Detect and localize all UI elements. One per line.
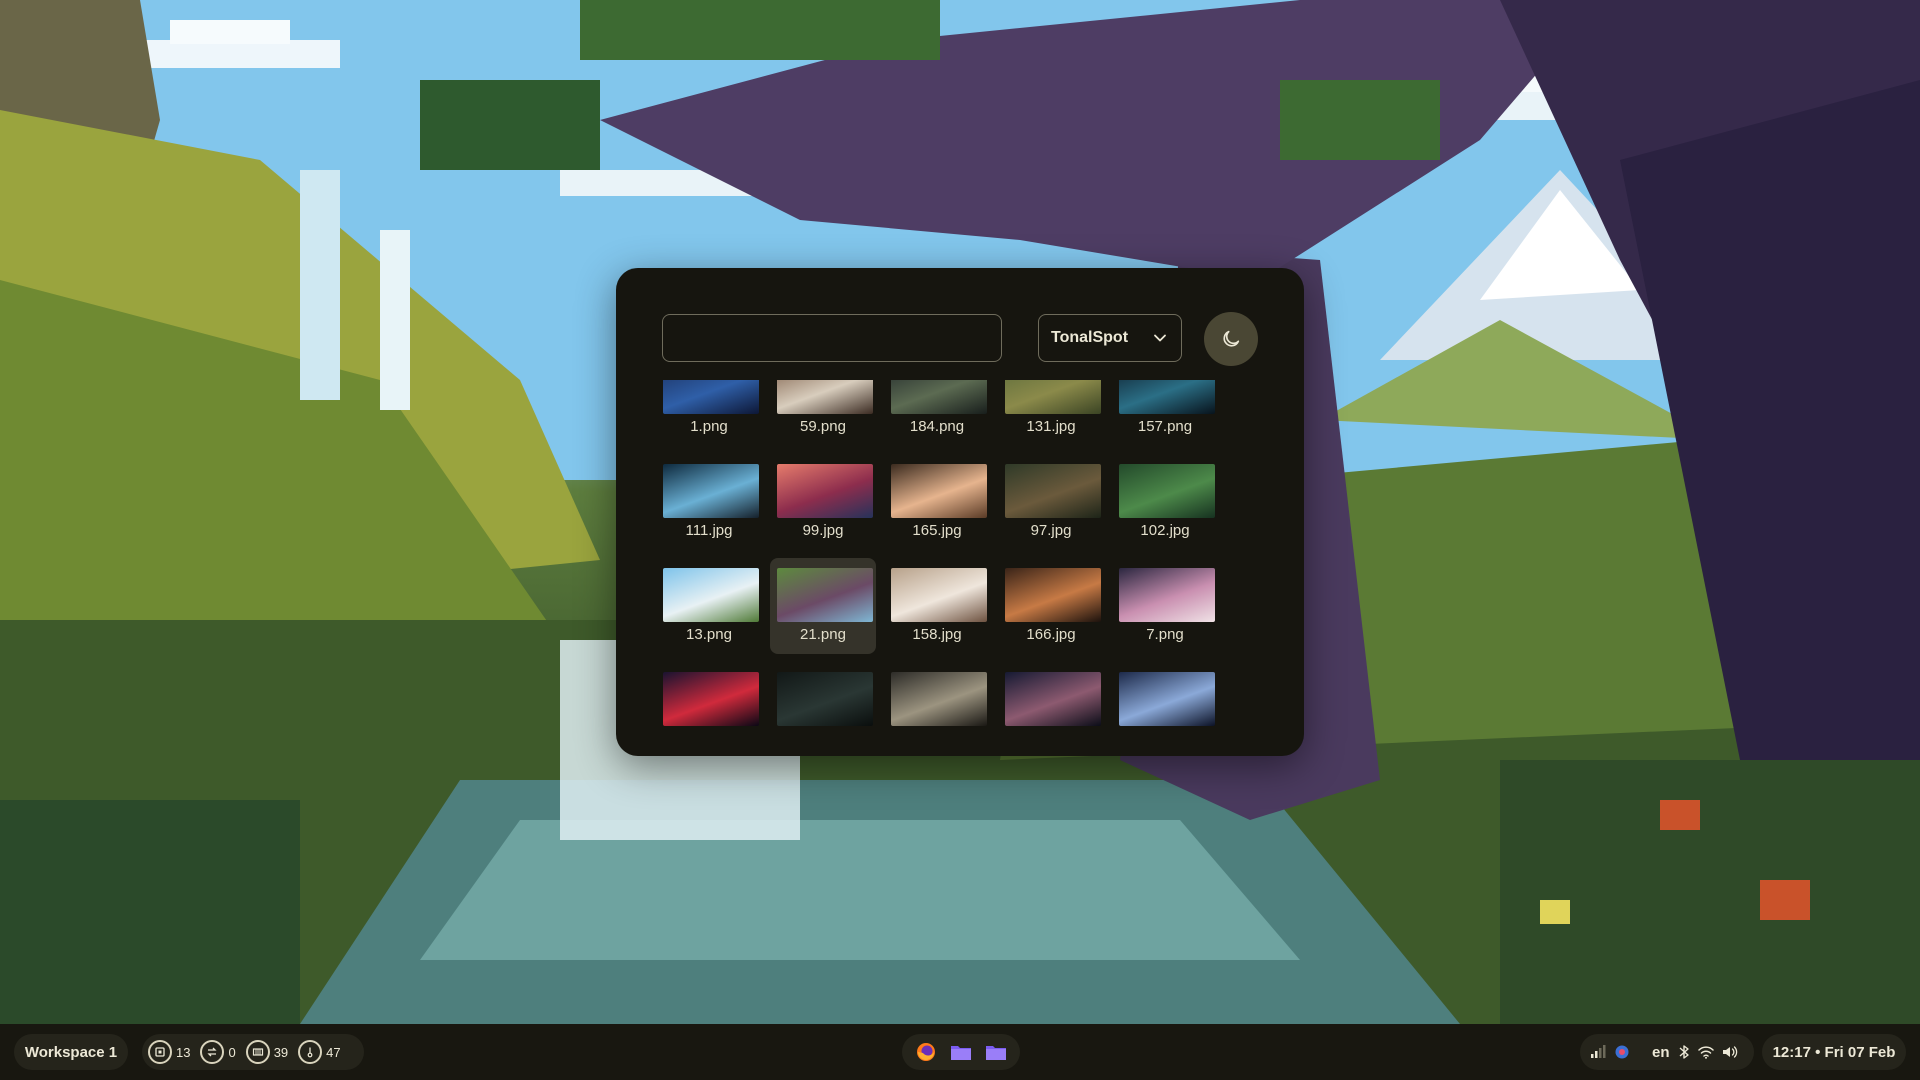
wallpaper-thumbnail[interactable]: 184.png (884, 380, 990, 446)
bluetooth-icon[interactable] (1678, 1044, 1690, 1060)
swap-icon (200, 1040, 225, 1064)
firefox-icon[interactable] (915, 1041, 937, 1063)
wallpaper-thumbnail-label: 1.png (690, 418, 728, 435)
wallpaper-thumbnail-image (777, 568, 873, 622)
wallpaper-thumbnail[interactable]: 97.jpg (998, 454, 1104, 550)
wallpaper-thumbnail-label: 59.png (800, 418, 846, 435)
wallpaper-thumbnail-label: 97.jpg (1030, 522, 1072, 539)
wallpaper-thumbnail-label: 166.jpg (1026, 626, 1076, 643)
wallpaper-thumbnail[interactable]: 102.jpg (1112, 454, 1218, 550)
wallpaper-thumbnail[interactable]: 111.jpg (656, 454, 762, 550)
wallpaper-thumbnail-label: 111.jpg (685, 522, 733, 539)
wallpaper-thumbnail-label: 99.jpg (802, 522, 844, 539)
system-stats: 13 0 39 47 (142, 1034, 364, 1070)
wallpaper-thumbnail[interactable]: 99.jpg (770, 454, 876, 550)
wallpaper-thumbnail-label: 184.png (909, 418, 965, 435)
wallpaper-thumbnail-image (891, 568, 987, 622)
wallpaper-thumbnail-image (663, 568, 759, 622)
wallpaper-thumbnail-label: 165.jpg (912, 522, 962, 539)
wallpaper-thumbnail[interactable] (1112, 662, 1218, 732)
wallpaper-thumbnail[interactable]: 13.png (656, 558, 762, 654)
chevron-down-icon (1153, 331, 1167, 345)
wallpaper-thumbnail-image (1119, 464, 1215, 518)
wallpaper-thumbnail[interactable]: 1.png (656, 380, 762, 446)
wallpaper-thumbnail-label: 13.png (686, 626, 732, 643)
wallpaper-thumbnail[interactable]: 59.png (770, 380, 876, 446)
swap-value: 0 (228, 1044, 236, 1060)
wallpaper-grid[interactable]: 1.png 59.png 184.png 131.jpg 157.png 111.jpg 9… (656, 380, 1236, 732)
wallpaper-thumbnail-image (1005, 380, 1101, 414)
wallpaper-thumbnail-image (1119, 568, 1215, 622)
wallpaper-thumbnail[interactable]: 166.jpg (998, 558, 1104, 654)
memory-icon (245, 1040, 270, 1064)
tray-app-icon[interactable] (1614, 1044, 1630, 1060)
wallpaper-thumbnail[interactable]: 165.jpg (884, 454, 990, 550)
clock[interactable]: 12:17 • Fri 07 Feb (1762, 1034, 1906, 1070)
wallpaper-thumbnail-image (663, 672, 759, 726)
wallpaper-thumbnail-label: 21.png (800, 626, 846, 643)
wallpaper-thumbnail[interactable] (656, 662, 762, 732)
wallpaper-thumbnail-image (891, 464, 987, 518)
workspace-indicator[interactable]: Workspace 1 (14, 1034, 128, 1070)
wallpaper-thumbnail-label: 7.png (1146, 626, 1184, 643)
app-dock (902, 1034, 1020, 1070)
signal-icon[interactable] (1590, 1045, 1606, 1059)
wallpaper-thumbnail-image (663, 464, 759, 518)
wallpaper-thumbnail-image (777, 464, 873, 518)
wallpaper-thumbnail[interactable]: 7.png (1112, 558, 1218, 654)
color-scheme-selected-label: TonalSpot (1051, 329, 1129, 346)
wallpaper-thumbnail-image (777, 380, 873, 414)
wallpaper-picker-panel: TonalSpot 1.png 59.png 184.png 131.jpg 157.p… (616, 268, 1304, 756)
wallpaper-thumbnail[interactable] (770, 662, 876, 732)
wallpaper-thumbnail-image (891, 380, 987, 414)
wallpaper-thumbnail[interactable]: 131.jpg (998, 380, 1104, 446)
wallpaper-grid-content: 1.png 59.png 184.png 131.jpg 157.png 111.jpg 9… (656, 380, 1218, 732)
wallpaper-thumbnail-image (1119, 672, 1215, 726)
wallpaper-thumbnail-label: 157.png (1137, 418, 1193, 435)
wallpaper-thumbnail[interactable] (884, 662, 990, 732)
wallpaper-thumbnail[interactable]: 158.jpg (884, 558, 990, 654)
wallpaper-thumbnail-image (663, 380, 759, 414)
memory-value: 39 (273, 1044, 289, 1060)
wallpaper-thumbnail[interactable]: 157.png (1112, 380, 1218, 446)
wallpaper-thumbnail-image (1005, 464, 1101, 518)
temperature-value: 47 (326, 1044, 341, 1060)
moon-icon (1220, 328, 1242, 350)
wallpaper-thumbnail-image (777, 672, 873, 726)
wifi-icon[interactable] (1697, 1045, 1714, 1059)
wallpaper-thumbnail-image (1119, 380, 1215, 414)
wallpaper-thumbnail-label: 131.jpg (1026, 418, 1076, 435)
wallpaper-thumbnail-image (1005, 672, 1101, 726)
wallpaper-thumbnail-label: 158.jpg (912, 626, 962, 643)
wallpaper-thumbnail-image (891, 672, 987, 726)
cpu-icon (148, 1040, 172, 1064)
taskbar: Workspace 1 13 0 39 47 en 12:17 • Fri 07… (0, 1024, 1920, 1080)
temperature-icon (298, 1040, 323, 1064)
folder-icon[interactable] (950, 1042, 972, 1062)
system-tray: en (1580, 1034, 1754, 1070)
wallpaper-thumbnail-image (1005, 568, 1101, 622)
color-scheme-dropdown[interactable]: TonalSpot (1038, 314, 1182, 362)
wallpaper-thumbnail[interactable] (998, 662, 1104, 732)
search-input[interactable] (662, 314, 1002, 362)
keyboard-language[interactable]: en (1652, 1044, 1670, 1061)
clock-text: 12:17 • Fri 07 Feb (1772, 1043, 1896, 1061)
dark-mode-toggle-button[interactable] (1204, 312, 1258, 366)
folder-icon[interactable] (985, 1042, 1007, 1062)
cpu-value: 13 (176, 1044, 191, 1060)
wallpaper-thumbnail[interactable]: 21.png (770, 558, 876, 654)
volume-icon[interactable] (1722, 1045, 1738, 1059)
wallpaper-thumbnail-label: 102.jpg (1140, 522, 1190, 539)
workspace-label: Workspace 1 (24, 1043, 118, 1061)
